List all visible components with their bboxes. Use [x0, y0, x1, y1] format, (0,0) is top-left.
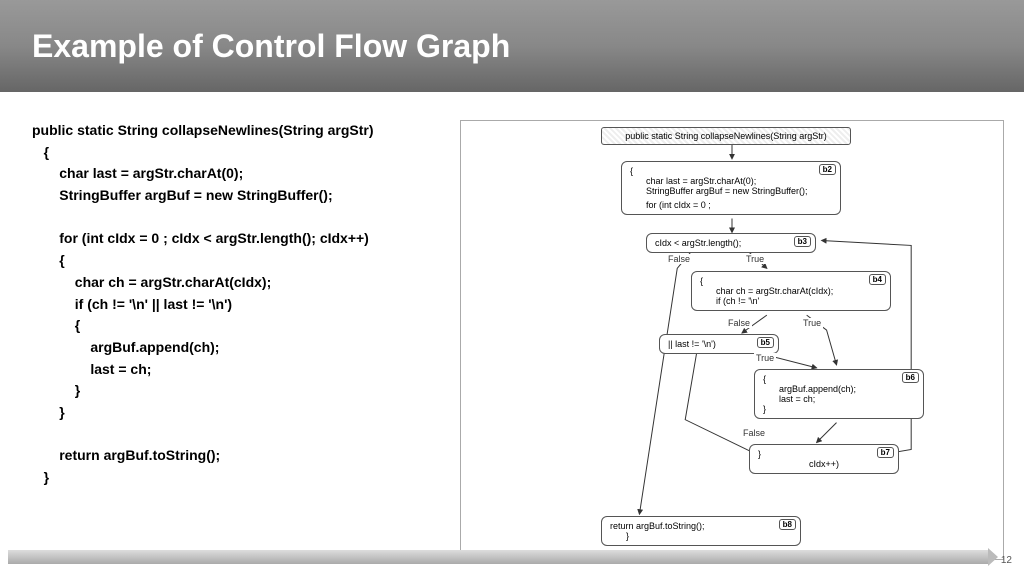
- label-b3-true: True: [744, 254, 766, 264]
- source-code: public static String collapseNewlines(St…: [32, 120, 460, 489]
- page-number: 12: [1001, 555, 1012, 566]
- label-b4-true: True: [801, 318, 823, 328]
- code-panel: public static String collapseNewlines(St…: [0, 120, 460, 560]
- label-b3-false: False: [666, 254, 692, 264]
- node-b5: b5 || last != '\n'): [659, 334, 779, 354]
- node-b8: b8 return argBuf.toString(); }: [601, 516, 801, 546]
- node-b3: b3 cIdx < argStr.length();: [646, 233, 816, 253]
- node-b2: b2 { char last = argStr.charAt(0); Strin…: [621, 161, 841, 215]
- label-b5-true: True: [754, 353, 776, 363]
- footer-bar: [0, 550, 1024, 566]
- node-b6: b6 { argBuf.append(ch); last = ch; }: [754, 369, 924, 419]
- node-header: public static String collapseNewlines(St…: [601, 127, 851, 145]
- node-b4: b4 { char ch = argStr.charAt(cIdx); if (…: [691, 271, 891, 311]
- label-b5-false: False: [741, 428, 767, 438]
- label-b4-false: False: [726, 318, 752, 328]
- page-title: Example of Control Flow Graph: [32, 28, 510, 65]
- node-b7: b7 } cIdx++): [749, 444, 899, 474]
- cfg-diagram: public static String collapseNewlines(St…: [460, 120, 1004, 560]
